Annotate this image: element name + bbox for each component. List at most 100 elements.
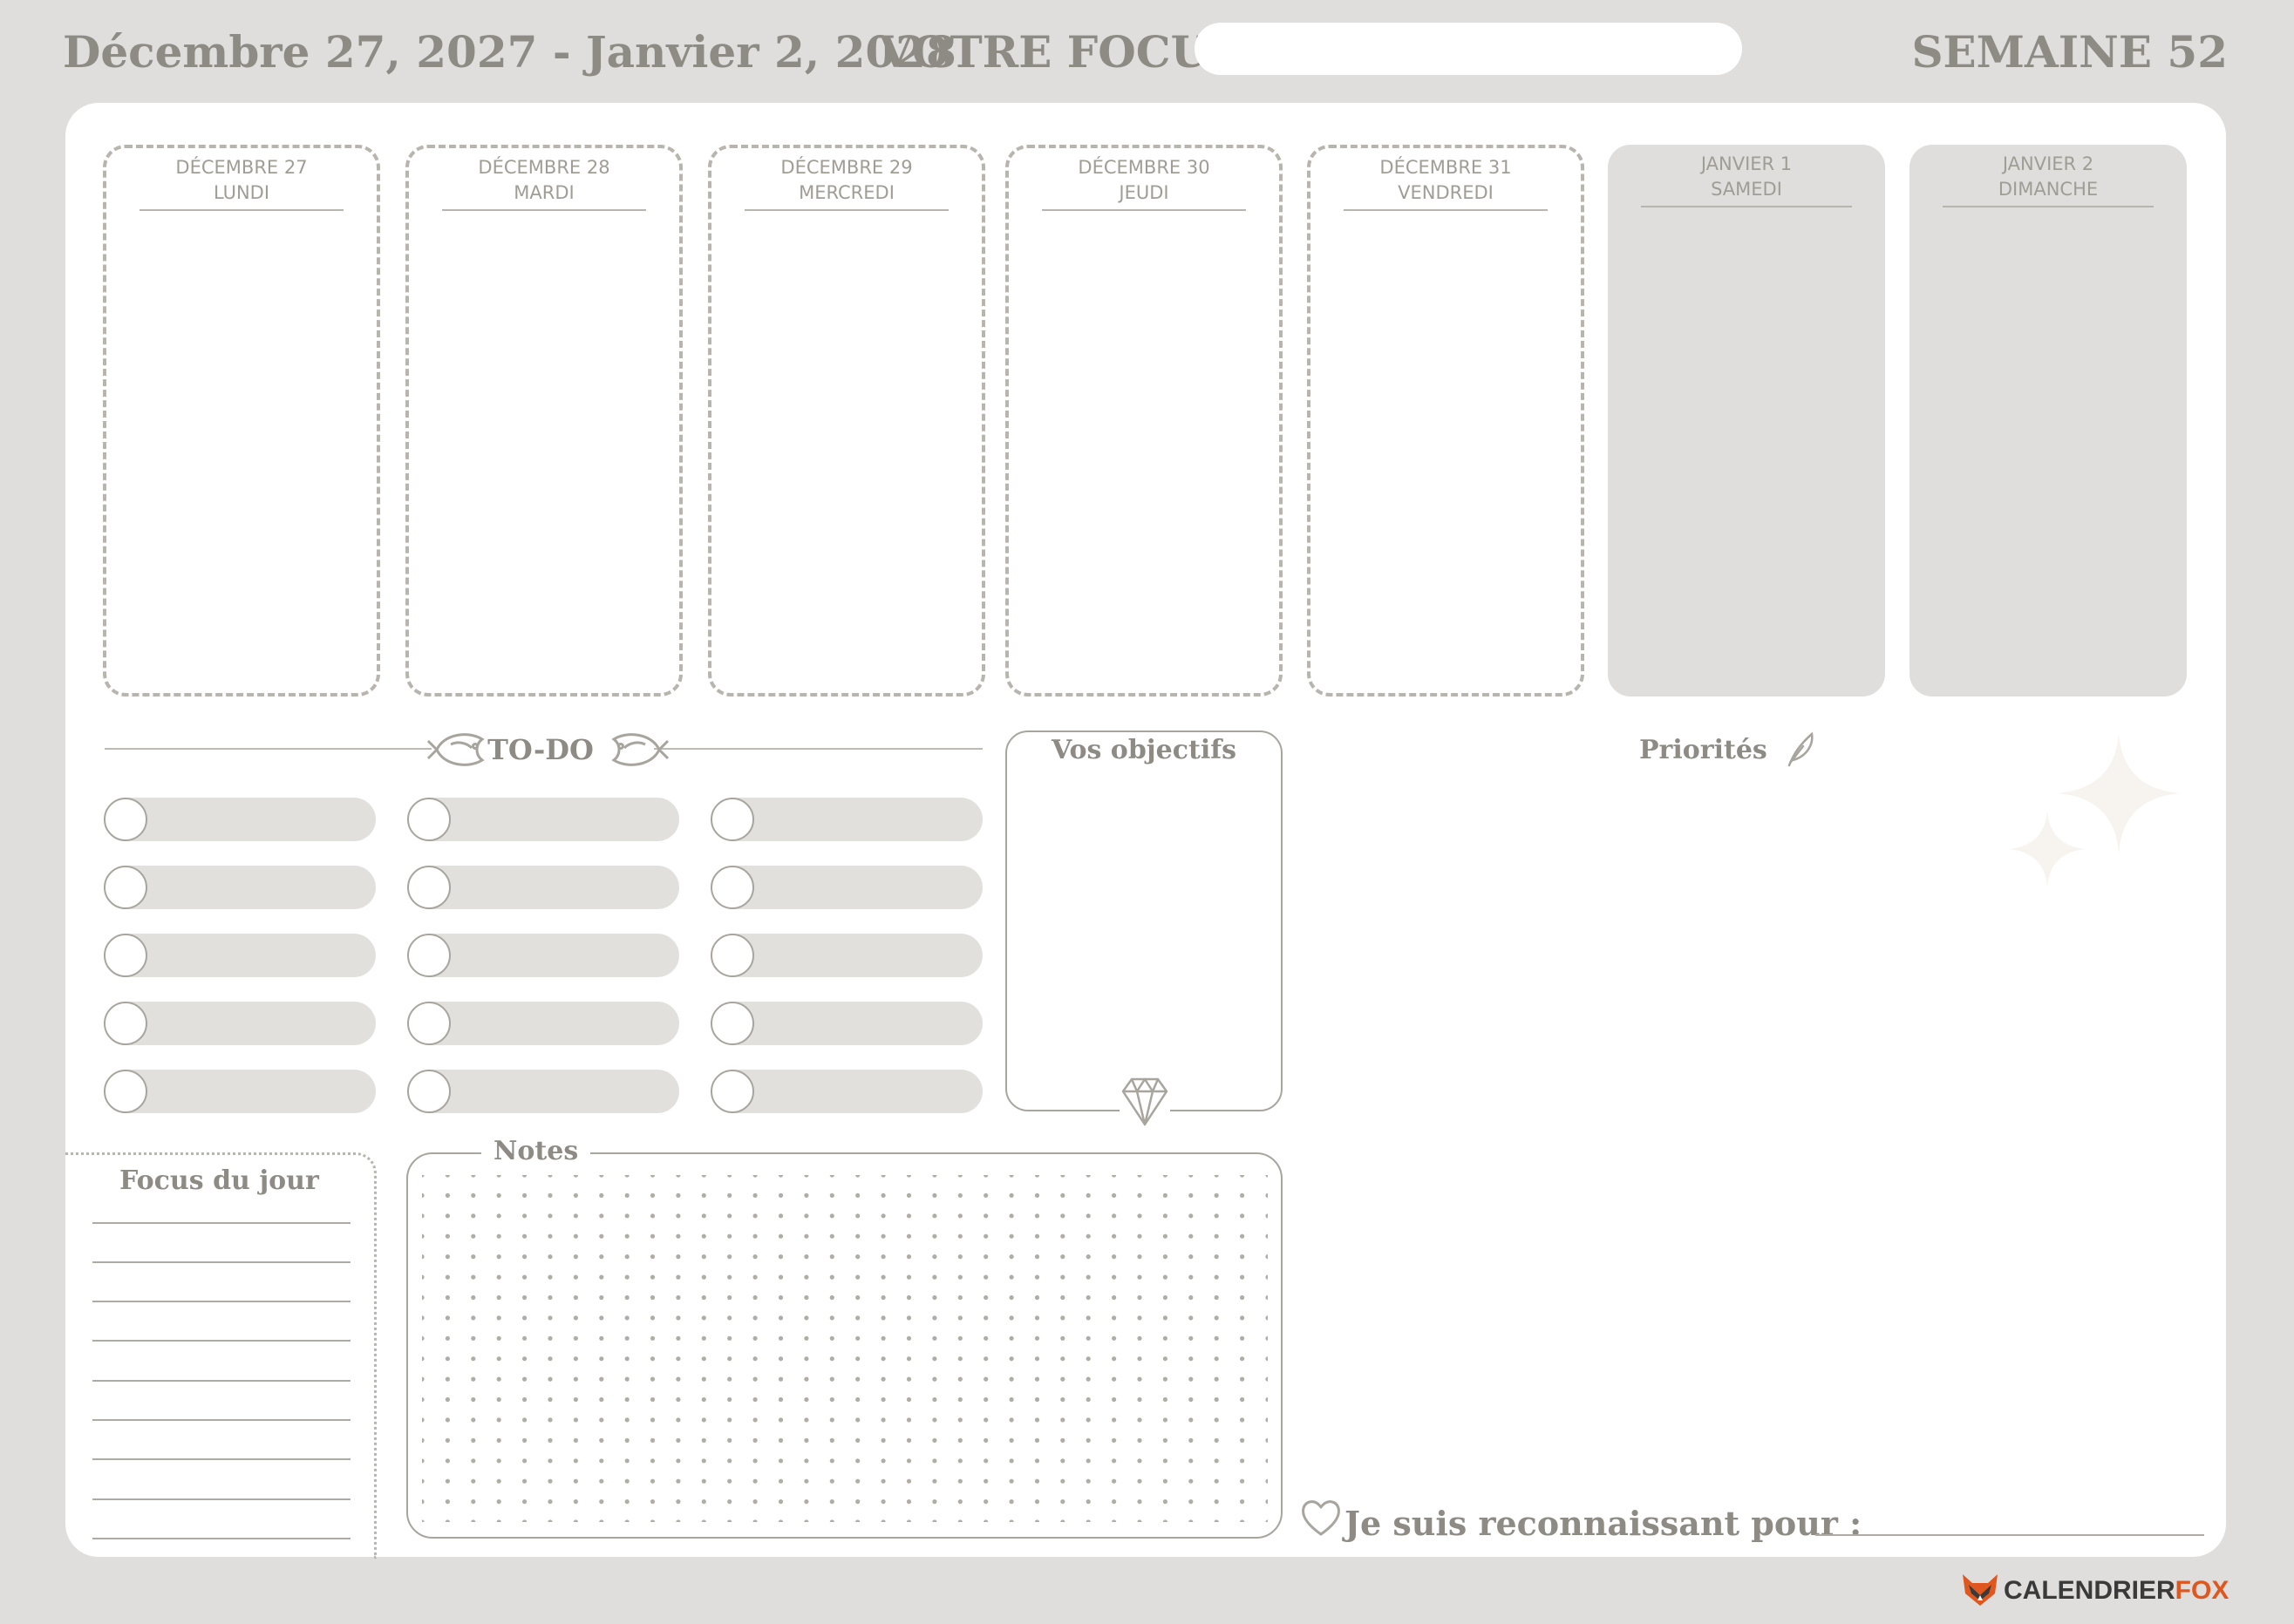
grid-dot xyxy=(701,1254,706,1260)
grid-dot xyxy=(727,1396,732,1403)
grid-dot xyxy=(906,1376,912,1382)
grid-dot xyxy=(624,1335,630,1341)
grid-dot xyxy=(522,1315,528,1321)
grid-dot xyxy=(855,1519,861,1522)
writing-line[interactable] xyxy=(92,1301,351,1302)
todo-checkbox[interactable] xyxy=(711,1002,754,1045)
grid-dot xyxy=(1214,1233,1219,1239)
grid-dot xyxy=(496,1213,501,1219)
grid-dot xyxy=(984,1193,989,1198)
day-column-vendredi[interactable]: DÉCEMBRE 31 VENDREDI xyxy=(1307,145,1584,696)
objectifs-box[interactable] xyxy=(1005,730,1283,1111)
todo-checkbox[interactable] xyxy=(104,866,147,909)
grid-dot xyxy=(1265,1274,1268,1280)
grid-dot xyxy=(1265,1458,1268,1464)
grid-dot xyxy=(1137,1478,1142,1484)
todo-checkbox[interactable] xyxy=(711,934,754,977)
grid-dot xyxy=(906,1437,912,1443)
grid-dot xyxy=(752,1274,758,1280)
day-column-lundi[interactable]: DÉCEMBRE 27 LUNDI xyxy=(103,145,380,696)
writing-line[interactable] xyxy=(92,1380,351,1382)
grid-dot xyxy=(906,1274,912,1280)
grid-dot xyxy=(829,1376,834,1382)
todo-item[interactable] xyxy=(104,934,376,977)
grid-dot xyxy=(701,1356,706,1362)
todo-checkbox[interactable] xyxy=(407,866,451,909)
todo-item[interactable] xyxy=(104,1070,376,1113)
grid-dot xyxy=(829,1213,834,1219)
grid-dot xyxy=(1137,1519,1142,1522)
grid-dot xyxy=(804,1254,809,1260)
writing-line[interactable] xyxy=(92,1538,351,1539)
todo-item[interactable] xyxy=(711,934,983,977)
grid-dot xyxy=(1009,1499,1014,1505)
todo-item[interactable] xyxy=(407,934,679,977)
grid-dot xyxy=(676,1499,681,1505)
todo-item[interactable] xyxy=(104,798,376,841)
todo-checkbox[interactable] xyxy=(407,798,451,841)
todo-item[interactable] xyxy=(407,1002,679,1045)
todo-checkbox[interactable] xyxy=(407,1002,451,1045)
grid-dot xyxy=(1188,1458,1194,1464)
grid-dot xyxy=(1137,1417,1142,1423)
todo-item[interactable] xyxy=(104,866,376,909)
grid-dot xyxy=(1137,1499,1142,1505)
grid-dot xyxy=(778,1175,784,1178)
grid-dot xyxy=(881,1274,886,1280)
grid-dot xyxy=(522,1233,528,1239)
grid-dot xyxy=(1162,1478,1167,1484)
todo-checkbox[interactable] xyxy=(711,1070,754,1113)
todo-item[interactable] xyxy=(711,798,983,841)
day-column-mercredi[interactable]: DÉCEMBRE 29 MERCREDI xyxy=(708,145,985,696)
writing-line[interactable] xyxy=(92,1419,351,1421)
todo-checkbox[interactable] xyxy=(711,798,754,841)
todo-item[interactable] xyxy=(711,1070,983,1113)
focus-input[interactable] xyxy=(1195,23,1742,75)
todo-checkbox[interactable] xyxy=(104,1002,147,1045)
writing-line[interactable] xyxy=(92,1498,351,1500)
grid-dot xyxy=(1086,1213,1091,1219)
day-column-samedi[interactable]: JANVIER 1 SAMEDI xyxy=(1608,145,1885,696)
todo-checkbox[interactable] xyxy=(711,866,754,909)
todo-checkbox[interactable] xyxy=(104,798,147,841)
day-column-mardi[interactable]: DÉCEMBRE 28 MARDI xyxy=(405,145,683,696)
grid-dot xyxy=(932,1315,937,1321)
todo-checkbox[interactable] xyxy=(407,934,451,977)
writing-line[interactable] xyxy=(92,1340,351,1342)
grid-dot xyxy=(1086,1175,1091,1178)
gratitude-line[interactable] xyxy=(1815,1534,2204,1536)
day-column-jeudi[interactable]: DÉCEMBRE 30 JEUDI xyxy=(1005,145,1283,696)
grid-dot xyxy=(548,1478,553,1484)
todo-checkbox[interactable] xyxy=(104,1070,147,1113)
grid-dot xyxy=(650,1254,656,1260)
writing-line[interactable] xyxy=(92,1458,351,1460)
grid-dot xyxy=(548,1213,553,1219)
todo-item[interactable] xyxy=(407,866,679,909)
writing-line[interactable] xyxy=(92,1222,351,1224)
grid-dot xyxy=(932,1254,937,1260)
objectifs-title: Vos objectifs xyxy=(1051,735,1237,765)
writing-line[interactable] xyxy=(92,1261,351,1263)
grid-dot xyxy=(984,1233,989,1239)
todo-item[interactable] xyxy=(407,1070,679,1113)
grid-dot xyxy=(1240,1356,1245,1362)
grid-dot xyxy=(445,1213,450,1219)
todo-item[interactable] xyxy=(104,1002,376,1045)
grid-dot xyxy=(445,1254,450,1260)
day-column-dimanche[interactable]: JANVIER 2 DIMANCHE xyxy=(1909,145,2187,696)
todo-checkbox[interactable] xyxy=(104,934,147,977)
todo-item[interactable] xyxy=(407,798,679,841)
grid-dot xyxy=(829,1335,834,1341)
todo-item[interactable] xyxy=(711,1002,983,1045)
grid-dot xyxy=(881,1315,886,1321)
day-weekday: DIMANCHE xyxy=(1998,179,2099,200)
grid-dot xyxy=(650,1193,656,1198)
grid-dot xyxy=(573,1519,578,1522)
day-divider xyxy=(1042,209,1246,211)
grid-dot xyxy=(957,1335,963,1341)
grid-dot xyxy=(906,1356,912,1362)
grid-dot xyxy=(496,1519,501,1522)
todo-item[interactable] xyxy=(711,866,983,909)
grid-dot xyxy=(804,1519,809,1522)
todo-checkbox[interactable] xyxy=(407,1070,451,1113)
